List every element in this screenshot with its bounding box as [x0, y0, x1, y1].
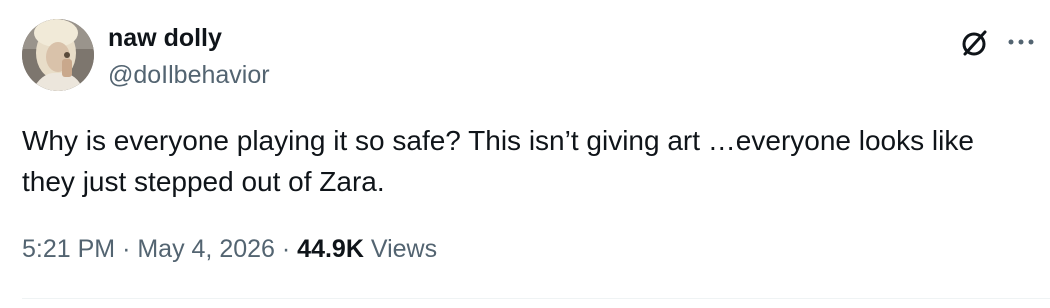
tweet-text: Why is everyone playing it so safe? This…: [22, 125, 974, 197]
avatar-image: [22, 19, 94, 91]
divider: [22, 298, 1050, 299]
tweet-metadata: 5:21 PM · May 4, 2026 · 44.9K Views: [22, 231, 437, 267]
more-horizontal-icon[interactable]: [1005, 30, 1037, 54]
tweet-time[interactable]: 5:21 PM: [22, 235, 115, 263]
meta-separator: ·: [281, 235, 291, 263]
author-handle[interactable]: @doIlbehavior: [108, 59, 270, 91]
grok-slash-circle-icon[interactable]: [958, 27, 990, 59]
tweet-card: naw dolly @doIlbehavior Why is everyone …: [0, 0, 1050, 308]
author-display-name[interactable]: naw dolly: [108, 22, 222, 54]
views-count[interactable]: 44.9K: [297, 235, 364, 263]
views-label: Views: [370, 235, 438, 263]
avatar[interactable]: [22, 19, 94, 91]
meta-separator: ·: [122, 235, 131, 263]
tweet-date[interactable]: May 4, 2026: [137, 235, 275, 263]
